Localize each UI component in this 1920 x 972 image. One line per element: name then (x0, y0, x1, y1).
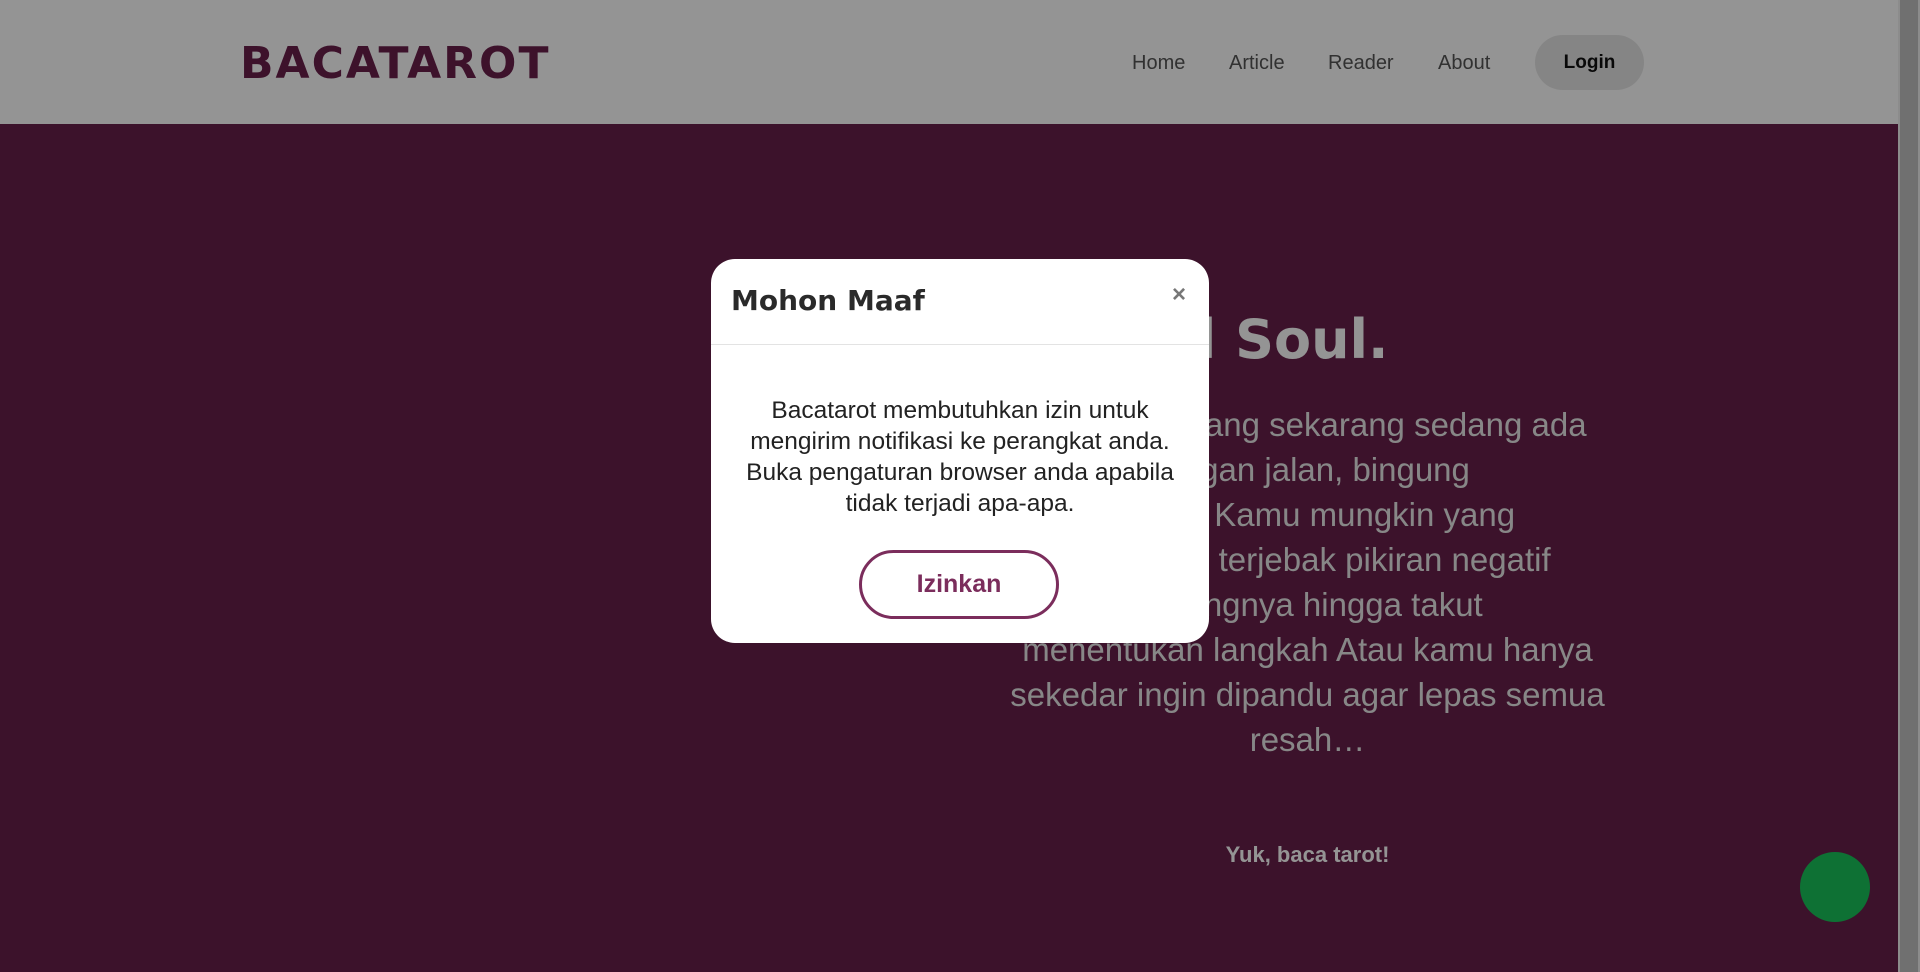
page: BACATAROT Home Article Reader About Logi… (0, 0, 1920, 972)
modal-title: Mohon Maaf (731, 284, 925, 317)
allow-button[interactable]: Izinkan (859, 550, 1059, 619)
permission-modal: Mohon Maaf × Bacatarot membutuhkan izin … (711, 259, 1209, 643)
modal-message: Bacatarot membutuhkan izin untuk mengiri… (746, 397, 1174, 517)
close-icon[interactable]: × (1167, 281, 1191, 309)
modal-header: Mohon Maaf × (711, 259, 1209, 345)
